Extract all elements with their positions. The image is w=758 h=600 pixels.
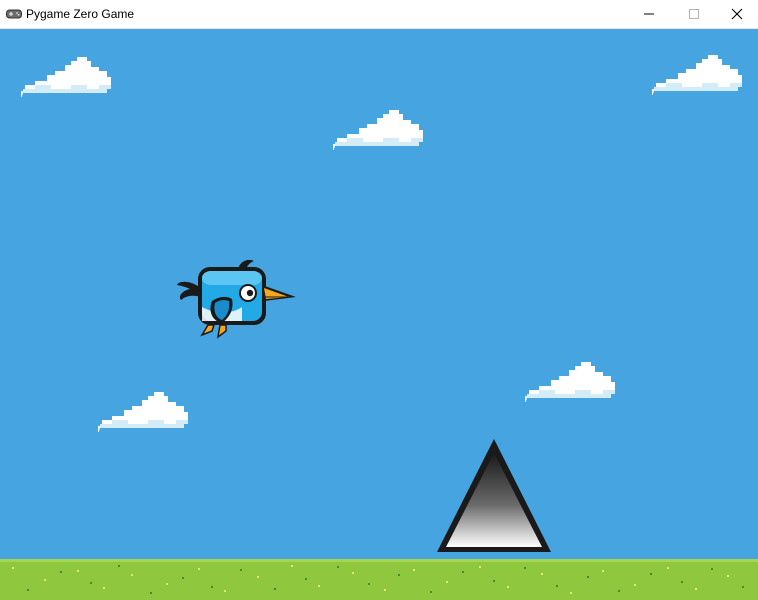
bird-sprite (177, 259, 296, 339)
ground-strip (0, 559, 758, 600)
cloud-sprite (333, 110, 423, 150)
cloud-sprite (652, 55, 742, 95)
game-window: Pygame Zero Game (0, 0, 758, 600)
game-canvas[interactable] (0, 29, 758, 600)
gamepad-icon (6, 9, 22, 19)
close-button[interactable] (714, 0, 758, 29)
minimize-button[interactable] (626, 0, 672, 29)
minimize-icon (644, 13, 654, 15)
maximize-icon (689, 9, 699, 19)
cloud-sprite (98, 392, 188, 432)
window-title: Pygame Zero Game (26, 7, 135, 21)
cloud-sprite (525, 362, 615, 402)
close-icon (731, 8, 743, 20)
maximize-button[interactable] (671, 0, 717, 29)
cloud-sprite (21, 57, 111, 97)
title-bar[interactable]: Pygame Zero Game (0, 0, 758, 29)
spike-obstacle (437, 439, 551, 552)
